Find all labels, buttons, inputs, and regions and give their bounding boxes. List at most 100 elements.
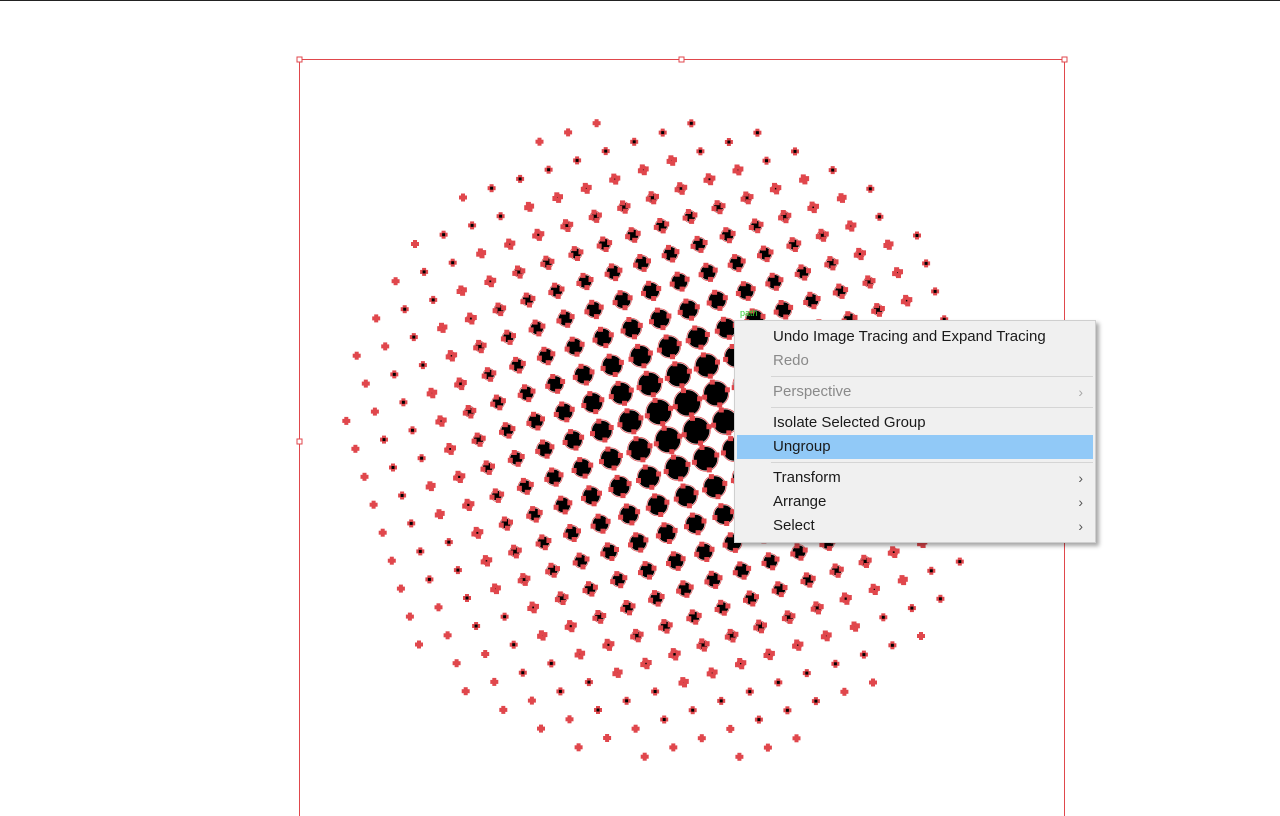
halftone-dot bbox=[620, 317, 643, 340]
halftone-dot bbox=[706, 667, 718, 679]
halftone-dot bbox=[399, 398, 408, 407]
halftone-dot bbox=[582, 581, 598, 597]
path-hover-label: path bbox=[740, 308, 758, 318]
halftone-dot bbox=[517, 384, 536, 403]
menu-item-label: Ungroup bbox=[773, 438, 831, 455]
halftone-dot bbox=[697, 734, 706, 743]
handle-top-left[interactable] bbox=[296, 56, 303, 63]
menu-item-arrange[interactable]: Arrange › bbox=[737, 490, 1093, 514]
halftone-dot bbox=[509, 356, 526, 374]
halftone-dot bbox=[499, 422, 516, 439]
halftone-dot bbox=[778, 210, 792, 224]
halftone-dot bbox=[498, 516, 513, 531]
halftone-dot bbox=[418, 361, 427, 370]
halftone-dot bbox=[580, 182, 592, 194]
halftone-dot bbox=[612, 290, 633, 311]
halftone-dot bbox=[490, 677, 499, 686]
halftone-dot bbox=[535, 137, 544, 146]
halftone-dot bbox=[452, 659, 461, 668]
halftone-dot bbox=[676, 580, 694, 598]
halftone-dot bbox=[810, 601, 824, 615]
halftone-dot bbox=[626, 436, 653, 463]
halftone-dot bbox=[448, 258, 457, 267]
halftone-dot bbox=[590, 513, 611, 534]
halftone-dot bbox=[456, 285, 467, 296]
halftone-dot bbox=[673, 483, 699, 509]
halftone-dot bbox=[507, 450, 525, 467]
halftone-dot bbox=[666, 551, 686, 571]
halftone-dot bbox=[732, 164, 744, 176]
halftone-dot bbox=[351, 444, 360, 453]
halftone-dot bbox=[955, 557, 964, 566]
halftone-dot bbox=[781, 610, 796, 624]
menu-item-label: Select bbox=[773, 517, 815, 534]
halftone-dot bbox=[688, 706, 697, 715]
menu-item-redo[interactable]: Redo bbox=[737, 349, 1093, 373]
artboard-canvas[interactable]: path Undo Image Tracing and Expand Traci… bbox=[0, 0, 1280, 816]
menu-item-ungroup[interactable]: Ungroup bbox=[737, 435, 1093, 459]
menu-item-transform[interactable]: Transform › bbox=[737, 466, 1093, 490]
halftone-dot bbox=[663, 454, 691, 482]
halftone-dot bbox=[545, 374, 566, 394]
menu-item-label: Arrange bbox=[773, 493, 827, 510]
halftone-dot bbox=[484, 275, 497, 288]
halftone-dot bbox=[762, 156, 771, 165]
halftone-dot bbox=[547, 659, 556, 668]
halftone-dot bbox=[378, 528, 387, 537]
halftone-dot bbox=[672, 388, 703, 418]
halftone-dot bbox=[656, 334, 682, 360]
handle-top-right[interactable] bbox=[1061, 56, 1068, 63]
halftone-dot bbox=[425, 575, 434, 584]
halftone-dot bbox=[702, 474, 728, 500]
halftone-dot bbox=[564, 620, 577, 633]
halftone-dot bbox=[352, 351, 361, 360]
halftone-dot bbox=[609, 173, 621, 185]
halftone-dot bbox=[409, 333, 418, 342]
halftone-dot bbox=[459, 193, 467, 202]
halftone-dot bbox=[691, 445, 720, 473]
halftone-dot bbox=[640, 752, 649, 761]
halftone-dot bbox=[599, 446, 623, 471]
halftone-dot bbox=[815, 228, 829, 242]
menu-item-undo-image-tracing-and-expand-tracing[interactable]: Undo Image Tracing and Expand Tracing bbox=[737, 325, 1093, 349]
halftone-dot bbox=[740, 191, 754, 205]
halftone-dot bbox=[628, 343, 653, 369]
halftone-dot bbox=[714, 599, 731, 616]
halftone-dot bbox=[883, 239, 894, 250]
menu-item-isolate-selected-group[interactable]: Isolate Selected Group bbox=[737, 411, 1093, 435]
halftone-dot bbox=[360, 472, 369, 481]
halftone-dot bbox=[389, 463, 397, 472]
halftone-dot bbox=[581, 485, 602, 507]
halftone-dot bbox=[724, 138, 733, 146]
context-menu[interactable]: Undo Image Tracing and Expand Tracing Red… bbox=[734, 320, 1096, 543]
halftone-dot bbox=[568, 246, 584, 261]
menu-item-perspective[interactable]: Perspective › bbox=[737, 380, 1093, 404]
halftone-dot bbox=[711, 200, 726, 215]
halftone-dot bbox=[434, 603, 443, 612]
halftone-dot bbox=[660, 715, 669, 724]
halftone-dot bbox=[481, 367, 497, 382]
handle-middle-left[interactable] bbox=[296, 438, 303, 445]
handle-top-middle[interactable] bbox=[678, 56, 685, 63]
menu-item-select[interactable]: Select › bbox=[737, 514, 1093, 538]
halftone-dot bbox=[678, 677, 689, 688]
halftone-dot bbox=[408, 426, 417, 435]
halftone-dot bbox=[380, 435, 388, 444]
halftone-dot bbox=[416, 547, 425, 556]
halftone-dot bbox=[574, 648, 586, 660]
halftone-dot bbox=[556, 687, 565, 696]
halftone-dot bbox=[628, 532, 649, 553]
halftone-dot bbox=[771, 581, 788, 598]
halftone-dot bbox=[508, 544, 522, 559]
menu-separator bbox=[771, 462, 1093, 463]
halftone-dot bbox=[698, 262, 718, 282]
halftone-dot bbox=[425, 481, 436, 492]
halftone-dot bbox=[381, 342, 390, 351]
halftone-dot bbox=[372, 314, 381, 323]
halftone-dot bbox=[875, 212, 884, 221]
halftone-dot bbox=[527, 601, 539, 614]
halftone-dot bbox=[462, 498, 475, 511]
chevron-right-icon: › bbox=[1078, 470, 1083, 486]
halftone-dot bbox=[726, 724, 735, 733]
menu-item-label: Transform bbox=[773, 469, 841, 486]
